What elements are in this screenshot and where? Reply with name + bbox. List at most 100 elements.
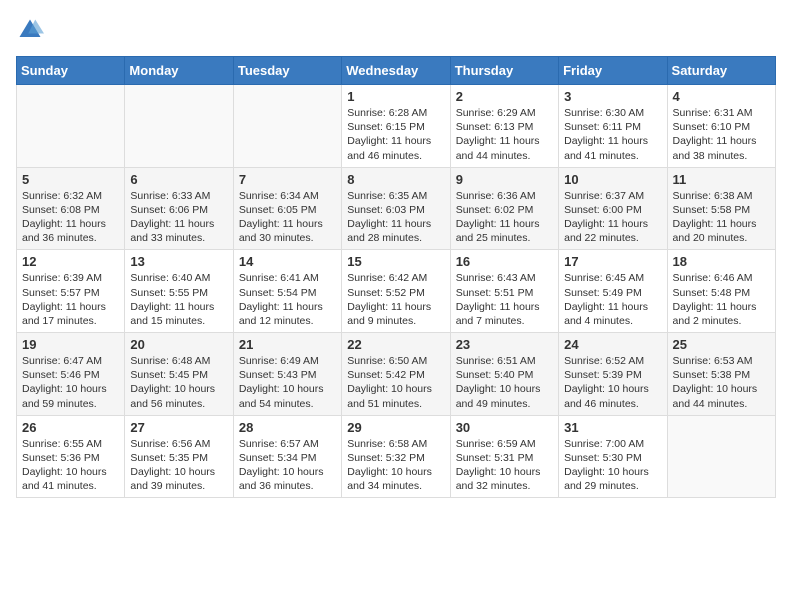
calendar-cell: 1 Sunrise: 6:28 AM Sunset: 6:15 PM Daylig… — [342, 85, 450, 168]
day-number: 26 — [22, 420, 119, 435]
day-content: Sunrise: 6:35 AM Sunset: 6:03 PM Dayligh… — [347, 189, 444, 246]
day-number: 5 — [22, 172, 119, 187]
calendar-cell: 19 Sunrise: 6:47 AM Sunset: 5:46 PM Dayli… — [17, 333, 125, 416]
day-number: 1 — [347, 89, 444, 104]
day-content: Sunrise: 6:28 AM Sunset: 6:15 PM Dayligh… — [347, 106, 444, 163]
day-number: 7 — [239, 172, 336, 187]
calendar-week-row: 26 Sunrise: 6:55 AM Sunset: 5:36 PM Dayli… — [17, 415, 776, 498]
day-number: 9 — [456, 172, 553, 187]
day-number: 2 — [456, 89, 553, 104]
weekday-header: Sunday — [17, 57, 125, 85]
day-number: 18 — [673, 254, 770, 269]
calendar-cell: 22Sunrise: 6:50 AM Sunset: 5:42 PM Dayli… — [342, 333, 450, 416]
calendar-cell: 9 Sunrise: 6:36 AM Sunset: 6:02 PM Daylig… — [450, 167, 558, 250]
calendar-cell: 18 Sunrise: 6:46 AM Sunset: 5:48 PM Dayli… — [667, 250, 775, 333]
day-content: Sunrise: 6:36 AM Sunset: 6:02 PM Dayligh… — [456, 189, 553, 246]
day-number: 21 — [239, 337, 336, 352]
weekday-header: Wednesday — [342, 57, 450, 85]
day-content: Sunrise: 6:51 AM Sunset: 5:40 PM Dayligh… — [456, 354, 553, 411]
day-content: Sunrise: 7:00 AM Sunset: 5:30 PM Dayligh… — [564, 437, 661, 494]
calendar-week-row: 5 Sunrise: 6:32 AM Sunset: 6:08 PM Daylig… — [17, 167, 776, 250]
day-number: 16 — [456, 254, 553, 269]
day-content: Sunrise: 6:32 AM Sunset: 6:08 PM Dayligh… — [22, 189, 119, 246]
day-number: 23 — [456, 337, 553, 352]
calendar-cell: 10 Sunrise: 6:37 AM Sunset: 6:00 PM Dayli… — [559, 167, 667, 250]
calendar-table: SundayMondayTuesdayWednesdayThursdayFrid… — [16, 56, 776, 498]
page-header — [16, 16, 776, 44]
calendar-week-row: 19 Sunrise: 6:47 AM Sunset: 5:46 PM Dayli… — [17, 333, 776, 416]
day-number: 19 — [22, 337, 119, 352]
day-content: Sunrise: 6:45 AM Sunset: 5:49 PM Dayligh… — [564, 271, 661, 328]
day-number: 17 — [564, 254, 661, 269]
day-content: Sunrise: 6:49 AM Sunset: 5:43 PM Dayligh… — [239, 354, 336, 411]
calendar-cell: 29Sunrise: 6:58 AM Sunset: 5:32 PM Dayli… — [342, 415, 450, 498]
day-number: 27 — [130, 420, 227, 435]
weekday-header: Monday — [125, 57, 233, 85]
calendar-cell: 16 Sunrise: 6:43 AM Sunset: 5:51 PM Dayli… — [450, 250, 558, 333]
day-number: 28 — [239, 420, 336, 435]
calendar-cell: 26 Sunrise: 6:55 AM Sunset: 5:36 PM Dayli… — [17, 415, 125, 498]
day-content: Sunrise: 6:55 AM Sunset: 5:36 PM Dayligh… — [22, 437, 119, 494]
calendar-cell: 20 Sunrise: 6:48 AM Sunset: 5:45 PM Dayli… — [125, 333, 233, 416]
calendar-cell: 23 Sunrise: 6:51 AM Sunset: 5:40 PM Dayli… — [450, 333, 558, 416]
calendar-cell: 7 Sunrise: 6:34 AM Sunset: 6:05 PM Daylig… — [233, 167, 341, 250]
calendar-cell: 6Sunrise: 6:33 AM Sunset: 6:06 PM Daylig… — [125, 167, 233, 250]
calendar-cell: 25 Sunrise: 6:53 AM Sunset: 5:38 PM Dayli… — [667, 333, 775, 416]
calendar-cell: 11Sunrise: 6:38 AM Sunset: 5:58 PM Dayli… — [667, 167, 775, 250]
day-number: 10 — [564, 172, 661, 187]
calendar-week-row: 1 Sunrise: 6:28 AM Sunset: 6:15 PM Daylig… — [17, 85, 776, 168]
calendar-body: 1 Sunrise: 6:28 AM Sunset: 6:15 PM Daylig… — [17, 85, 776, 498]
calendar-cell: 17 Sunrise: 6:45 AM Sunset: 5:49 PM Dayli… — [559, 250, 667, 333]
day-content: Sunrise: 6:46 AM Sunset: 5:48 PM Dayligh… — [673, 271, 770, 328]
day-content: Sunrise: 6:31 AM Sunset: 6:10 PM Dayligh… — [673, 106, 770, 163]
day-number: 8 — [347, 172, 444, 187]
day-number: 25 — [673, 337, 770, 352]
calendar-cell: 24 Sunrise: 6:52 AM Sunset: 5:39 PM Dayli… — [559, 333, 667, 416]
weekday-row: SundayMondayTuesdayWednesdayThursdayFrid… — [17, 57, 776, 85]
day-number: 13 — [130, 254, 227, 269]
calendar-cell: 13 Sunrise: 6:40 AM Sunset: 5:55 PM Dayli… — [125, 250, 233, 333]
day-number: 6 — [130, 172, 227, 187]
calendar-cell — [233, 85, 341, 168]
day-content: Sunrise: 6:43 AM Sunset: 5:51 PM Dayligh… — [456, 271, 553, 328]
calendar-cell: 15 Sunrise: 6:42 AM Sunset: 5:52 PM Dayli… — [342, 250, 450, 333]
calendar-cell: 14Sunrise: 6:41 AM Sunset: 5:54 PM Dayli… — [233, 250, 341, 333]
calendar-week-row: 12Sunrise: 6:39 AM Sunset: 5:57 PM Dayli… — [17, 250, 776, 333]
weekday-header: Thursday — [450, 57, 558, 85]
weekday-header: Saturday — [667, 57, 775, 85]
day-content: Sunrise: 6:42 AM Sunset: 5:52 PM Dayligh… — [347, 271, 444, 328]
calendar-cell: 30Sunrise: 6:59 AM Sunset: 5:31 PM Dayli… — [450, 415, 558, 498]
day-number: 11 — [673, 172, 770, 187]
day-number: 3 — [564, 89, 661, 104]
day-content: Sunrise: 6:56 AM Sunset: 5:35 PM Dayligh… — [130, 437, 227, 494]
day-content: Sunrise: 6:57 AM Sunset: 5:34 PM Dayligh… — [239, 437, 336, 494]
day-content: Sunrise: 6:34 AM Sunset: 6:05 PM Dayligh… — [239, 189, 336, 246]
day-number: 24 — [564, 337, 661, 352]
weekday-header: Friday — [559, 57, 667, 85]
day-content: Sunrise: 6:37 AM Sunset: 6:00 PM Dayligh… — [564, 189, 661, 246]
calendar-cell: 31Sunrise: 7:00 AM Sunset: 5:30 PM Dayli… — [559, 415, 667, 498]
calendar-cell — [17, 85, 125, 168]
day-content: Sunrise: 6:52 AM Sunset: 5:39 PM Dayligh… — [564, 354, 661, 411]
calendar-cell: 8 Sunrise: 6:35 AM Sunset: 6:03 PM Daylig… — [342, 167, 450, 250]
calendar-cell: 4Sunrise: 6:31 AM Sunset: 6:10 PM Daylig… — [667, 85, 775, 168]
calendar-cell: 3Sunrise: 6:30 AM Sunset: 6:11 PM Daylig… — [559, 85, 667, 168]
day-content: Sunrise: 6:47 AM Sunset: 5:46 PM Dayligh… — [22, 354, 119, 411]
calendar-cell: 27 Sunrise: 6:56 AM Sunset: 5:35 PM Dayli… — [125, 415, 233, 498]
calendar-cell: 28 Sunrise: 6:57 AM Sunset: 5:34 PM Dayli… — [233, 415, 341, 498]
day-number: 15 — [347, 254, 444, 269]
calendar-cell — [125, 85, 233, 168]
weekday-header: Tuesday — [233, 57, 341, 85]
logo-icon — [16, 16, 44, 44]
day-content: Sunrise: 6:39 AM Sunset: 5:57 PM Dayligh… — [22, 271, 119, 328]
calendar-cell: 5 Sunrise: 6:32 AM Sunset: 6:08 PM Daylig… — [17, 167, 125, 250]
calendar-header: SundayMondayTuesdayWednesdayThursdayFrid… — [17, 57, 776, 85]
calendar-cell: 2 Sunrise: 6:29 AM Sunset: 6:13 PM Daylig… — [450, 85, 558, 168]
day-number: 20 — [130, 337, 227, 352]
day-content: Sunrise: 6:40 AM Sunset: 5:55 PM Dayligh… — [130, 271, 227, 328]
calendar-cell: 21 Sunrise: 6:49 AM Sunset: 5:43 PM Dayli… — [233, 333, 341, 416]
day-content: Sunrise: 6:48 AM Sunset: 5:45 PM Dayligh… — [130, 354, 227, 411]
day-number: 29 — [347, 420, 444, 435]
day-content: Sunrise: 6:29 AM Sunset: 6:13 PM Dayligh… — [456, 106, 553, 163]
day-content: Sunrise: 6:53 AM Sunset: 5:38 PM Dayligh… — [673, 354, 770, 411]
